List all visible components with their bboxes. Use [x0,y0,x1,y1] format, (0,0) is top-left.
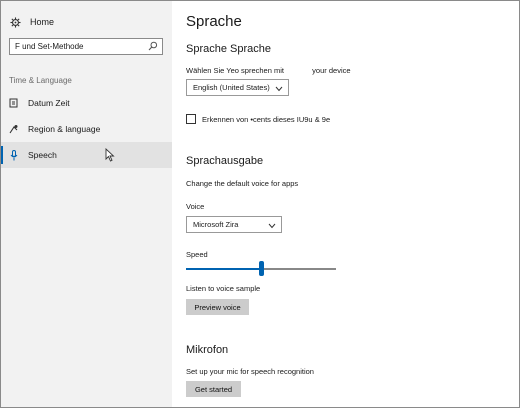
search-value: F und Set-Methode [15,42,84,51]
dropdown-value: Microsoft Zira [193,220,239,229]
checkbox-label: Erkennen von •cents dieses IU9u & 9e [202,115,331,124]
voice-label: Voice [186,202,205,211]
sidebar-item-region-language[interactable]: Region & language [1,116,172,142]
text-to-speech-heading: Sprachausgabe [186,155,264,167]
speech-language-desc-part2: your device [312,66,351,75]
section-label: Time & Language [9,76,72,85]
nav-home-label: Home [30,17,55,27]
microphone-icon [9,149,19,161]
gear-icon [9,16,21,28]
chevron-down-icon [275,85,283,92]
mouse-pointer-icon [105,147,115,162]
search-icon[interactable] [148,41,158,51]
voice-sample-label: Listen to voice sample [186,284,261,293]
speech-language-dropdown[interactable]: English (United States) [186,79,289,96]
get-started-button[interactable]: Get started [186,381,241,397]
settings-window: Home F und Set-Methode Time & Language D… [0,0,520,408]
microphone-heading: Mikrofon [186,344,229,356]
nav-home[interactable]: Home [9,14,54,30]
sidebar-item-label: Datum Zeit [28,98,70,108]
accent-checkbox[interactable] [186,114,196,124]
sidebar-item-speech[interactable]: Speech [1,142,172,168]
sidebar-item-label: Speech [28,150,57,160]
page-title: Sprache [186,13,242,30]
speed-label: Speed [186,250,208,259]
speed-slider-fill [186,268,261,270]
speech-language-desc: Wählen Sie Yeo sprechen mit your device [186,66,351,75]
preview-voice-button[interactable]: Preview voice [186,299,249,315]
voice-dropdown[interactable]: Microsoft Zira [186,216,282,233]
search-input[interactable]: F und Set-Methode [9,38,163,55]
sidebar: Home F und Set-Methode Time & Language D… [1,1,172,407]
dropdown-value: English (United States) [193,83,270,92]
microphone-desc: Set up your mic for speech recognition [186,367,314,376]
active-indicator [1,146,3,164]
chevron-down-icon [268,222,276,229]
text-to-speech-desc: Change the default voice for apps [186,179,299,188]
region-language-icon [9,123,19,135]
speech-language-desc-part1: Wählen Sie Yeo sprechen mit [186,66,284,75]
speech-language-heading: Sprache Sprache [186,43,271,55]
sidebar-item-label: Region & language [28,124,101,134]
speed-slider-thumb[interactable] [258,261,264,276]
sidebar-item-date-time[interactable]: Datum Zeit [1,90,172,116]
clock-icon [9,97,19,109]
